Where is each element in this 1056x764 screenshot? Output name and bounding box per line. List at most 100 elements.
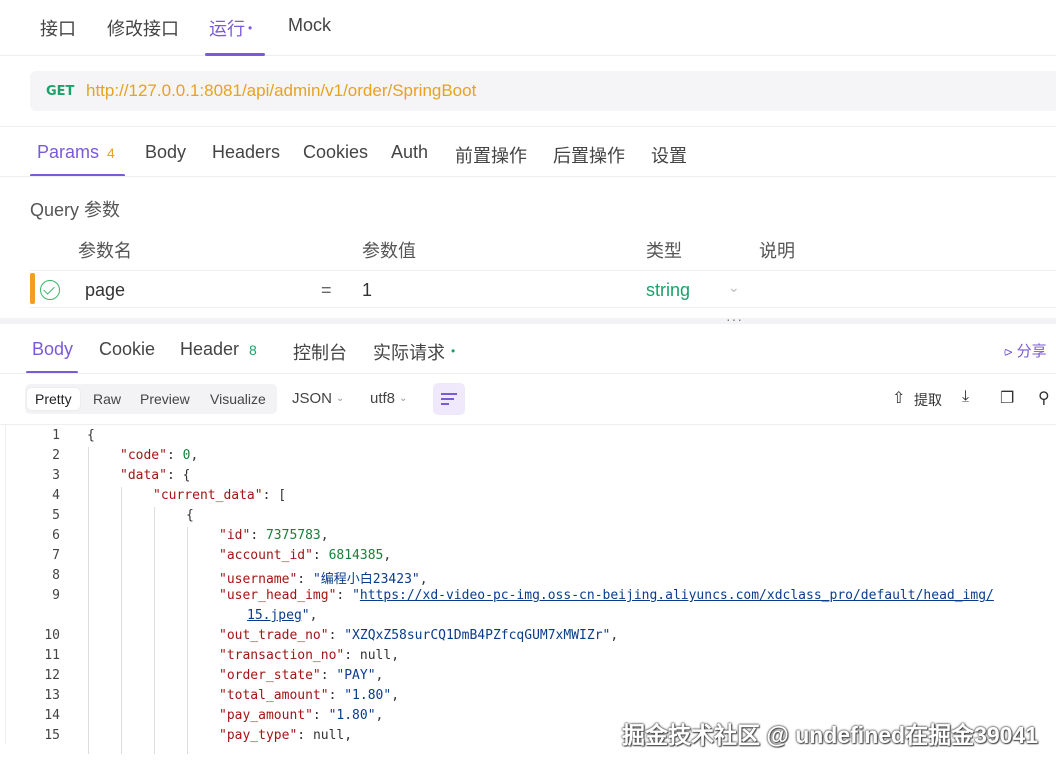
encoding-select[interactable]: utf8 ⌄	[370, 390, 407, 407]
json-string: "PAY"	[336, 668, 376, 683]
chevron-down-icon: ⌄	[336, 393, 345, 404]
line-number: 3	[52, 468, 60, 483]
response-tab-actual-request-label: 实际请求	[373, 343, 445, 363]
json-string: "1.80"	[344, 688, 392, 703]
line-number: 15	[44, 728, 60, 743]
active-tab-indicator	[205, 53, 265, 56]
panel-splitter[interactable]	[0, 318, 1056, 324]
param-value-field[interactable]: 1	[362, 280, 372, 301]
share-icon: ⪧	[1004, 343, 1013, 360]
response-tab-actual-request[interactable]: 实际请求 •	[373, 339, 455, 365]
tab-pre-operations[interactable]: 前置操作	[455, 142, 527, 168]
tab-post-operations[interactable]: 后置操作	[553, 142, 625, 168]
column-header-description: 说明	[759, 241, 795, 261]
json-key: "account_id"	[219, 548, 313, 563]
line-number: 4	[52, 488, 60, 503]
indent-guide	[121, 487, 122, 754]
share-button[interactable]: ⪧ 分享	[1004, 340, 1047, 361]
code-line: "pay_type": null,	[219, 728, 353, 743]
params-count-badge: 4	[107, 145, 115, 161]
json-null: null	[359, 648, 392, 663]
response-tab-header[interactable]: Header 8	[180, 339, 257, 360]
search-icon[interactable]: ⚲	[1038, 388, 1050, 408]
json-number: 6814385	[328, 548, 384, 563]
tab-headers[interactable]: Headers	[212, 142, 280, 163]
extract-button[interactable]: 提取	[914, 390, 942, 410]
divider	[0, 373, 1056, 374]
splitter-handle-icon[interactable]: ···	[726, 311, 743, 327]
encoding-select-value: utf8	[370, 390, 396, 407]
copy-icon[interactable]: ❐	[1000, 388, 1014, 408]
code-line: "transaction_no": null,	[219, 648, 400, 663]
view-mode-visualize[interactable]: Visualize	[202, 388, 274, 410]
divider	[0, 126, 1056, 127]
query-params-heading: Query 参数	[30, 200, 121, 220]
drag-handle[interactable]	[30, 273, 35, 304]
view-mode-raw[interactable]: Raw	[85, 388, 129, 410]
code-line: {	[87, 428, 95, 443]
json-string: "编程小白23423"	[312, 572, 420, 587]
download-icon[interactable]: ⤓	[962, 388, 969, 406]
watermark: 掘金技术社区 @ undefined在掘金39041	[622, 722, 1039, 748]
json-key: "transaction_no"	[219, 648, 345, 663]
line-number: 7	[52, 548, 60, 563]
json-key: "current_data"	[153, 488, 263, 503]
frame-border	[5, 424, 6, 744]
response-tab-cookie[interactable]: Cookie	[99, 339, 155, 360]
code-line: "id": 7375783,	[219, 528, 329, 543]
share-label: 分享	[1016, 343, 1047, 360]
view-mode-preview[interactable]: Preview	[132, 388, 198, 410]
response-tab-console[interactable]: 控制台	[293, 339, 347, 365]
json-key: "user_head_img"	[219, 588, 337, 603]
json-key: "data"	[120, 468, 167, 483]
json-key: "total_amount"	[219, 688, 329, 703]
line-number: 13	[44, 688, 60, 703]
json-key: "id"	[219, 528, 251, 543]
json-key: "pay_amount"	[219, 708, 313, 723]
format-select[interactable]: JSON ⌄	[292, 390, 344, 407]
response-tab-body[interactable]: Body	[32, 339, 73, 360]
column-header-name: 参数名	[78, 241, 132, 261]
tab-mock[interactable]: Mock	[288, 15, 331, 36]
extract-icon[interactable]: ⇧	[892, 388, 905, 408]
chevron-down-icon: ⌄	[399, 393, 408, 404]
json-string: "	[301, 608, 310, 623]
tab-settings[interactable]: 设置	[651, 142, 687, 168]
url-bar[interactable]: GET http://127.0.0.1:8081/api/admin/v1/o…	[30, 71, 1056, 111]
chevron-down-icon[interactable]: ⌄	[728, 279, 740, 296]
unsaved-dot: •	[248, 21, 253, 35]
column-header-value: 参数值	[362, 241, 416, 261]
line-number: 12	[44, 668, 60, 683]
code-line: {	[186, 508, 194, 523]
json-key: "out_trade_no"	[219, 628, 329, 643]
url-input[interactable]: http://127.0.0.1:8081/api/admin/v1/order…	[86, 81, 476, 101]
json-null: null	[312, 728, 345, 743]
code-line: "out_trade_no": "XZQxZ58surCQ1DmB4PZfcqG…	[219, 628, 619, 643]
check-circle-icon[interactable]	[40, 280, 60, 300]
tab-interface[interactable]: 接口	[40, 15, 76, 41]
header-count-badge: 8	[249, 342, 257, 358]
view-mode-pretty[interactable]: Pretty	[27, 388, 80, 410]
json-link[interactable]: https://xd-video-pc-img.oss-cn-beijing.a…	[360, 588, 994, 603]
line-number: 6	[52, 528, 60, 543]
http-method[interactable]: GET	[46, 84, 74, 99]
tab-params[interactable]: Params 4	[37, 142, 115, 163]
response-code-view[interactable]: 1 2 3 4 5 6 7 8 9 10 11 12 13 14 15 { "c…	[0, 424, 1056, 754]
line-number: 10	[44, 628, 60, 643]
view-mode-switcher: Pretty Raw Preview Visualize	[25, 384, 277, 414]
tab-body[interactable]: Body	[145, 142, 186, 163]
code-line: "user_head_img": "https://xd-video-pc-im…	[219, 588, 994, 603]
json-link[interactable]: 15.jpeg	[247, 608, 302, 623]
json-key: "code"	[120, 448, 167, 463]
code-line: "pay_amount": "1.80",	[219, 708, 384, 723]
tab-auth[interactable]: Auth	[391, 142, 428, 163]
param-name-field[interactable]: page	[85, 280, 125, 301]
word-wrap-icon[interactable]	[433, 383, 465, 415]
tab-edit-interface[interactable]: 修改接口	[107, 15, 179, 41]
param-type-select[interactable]: string	[646, 280, 690, 301]
indent-guide	[154, 507, 155, 754]
line-number: 1	[52, 428, 60, 443]
tab-run[interactable]: 运行 •	[209, 15, 252, 41]
code-line: "username": "编程小白23423",	[219, 572, 428, 587]
tab-cookies[interactable]: Cookies	[303, 142, 368, 163]
